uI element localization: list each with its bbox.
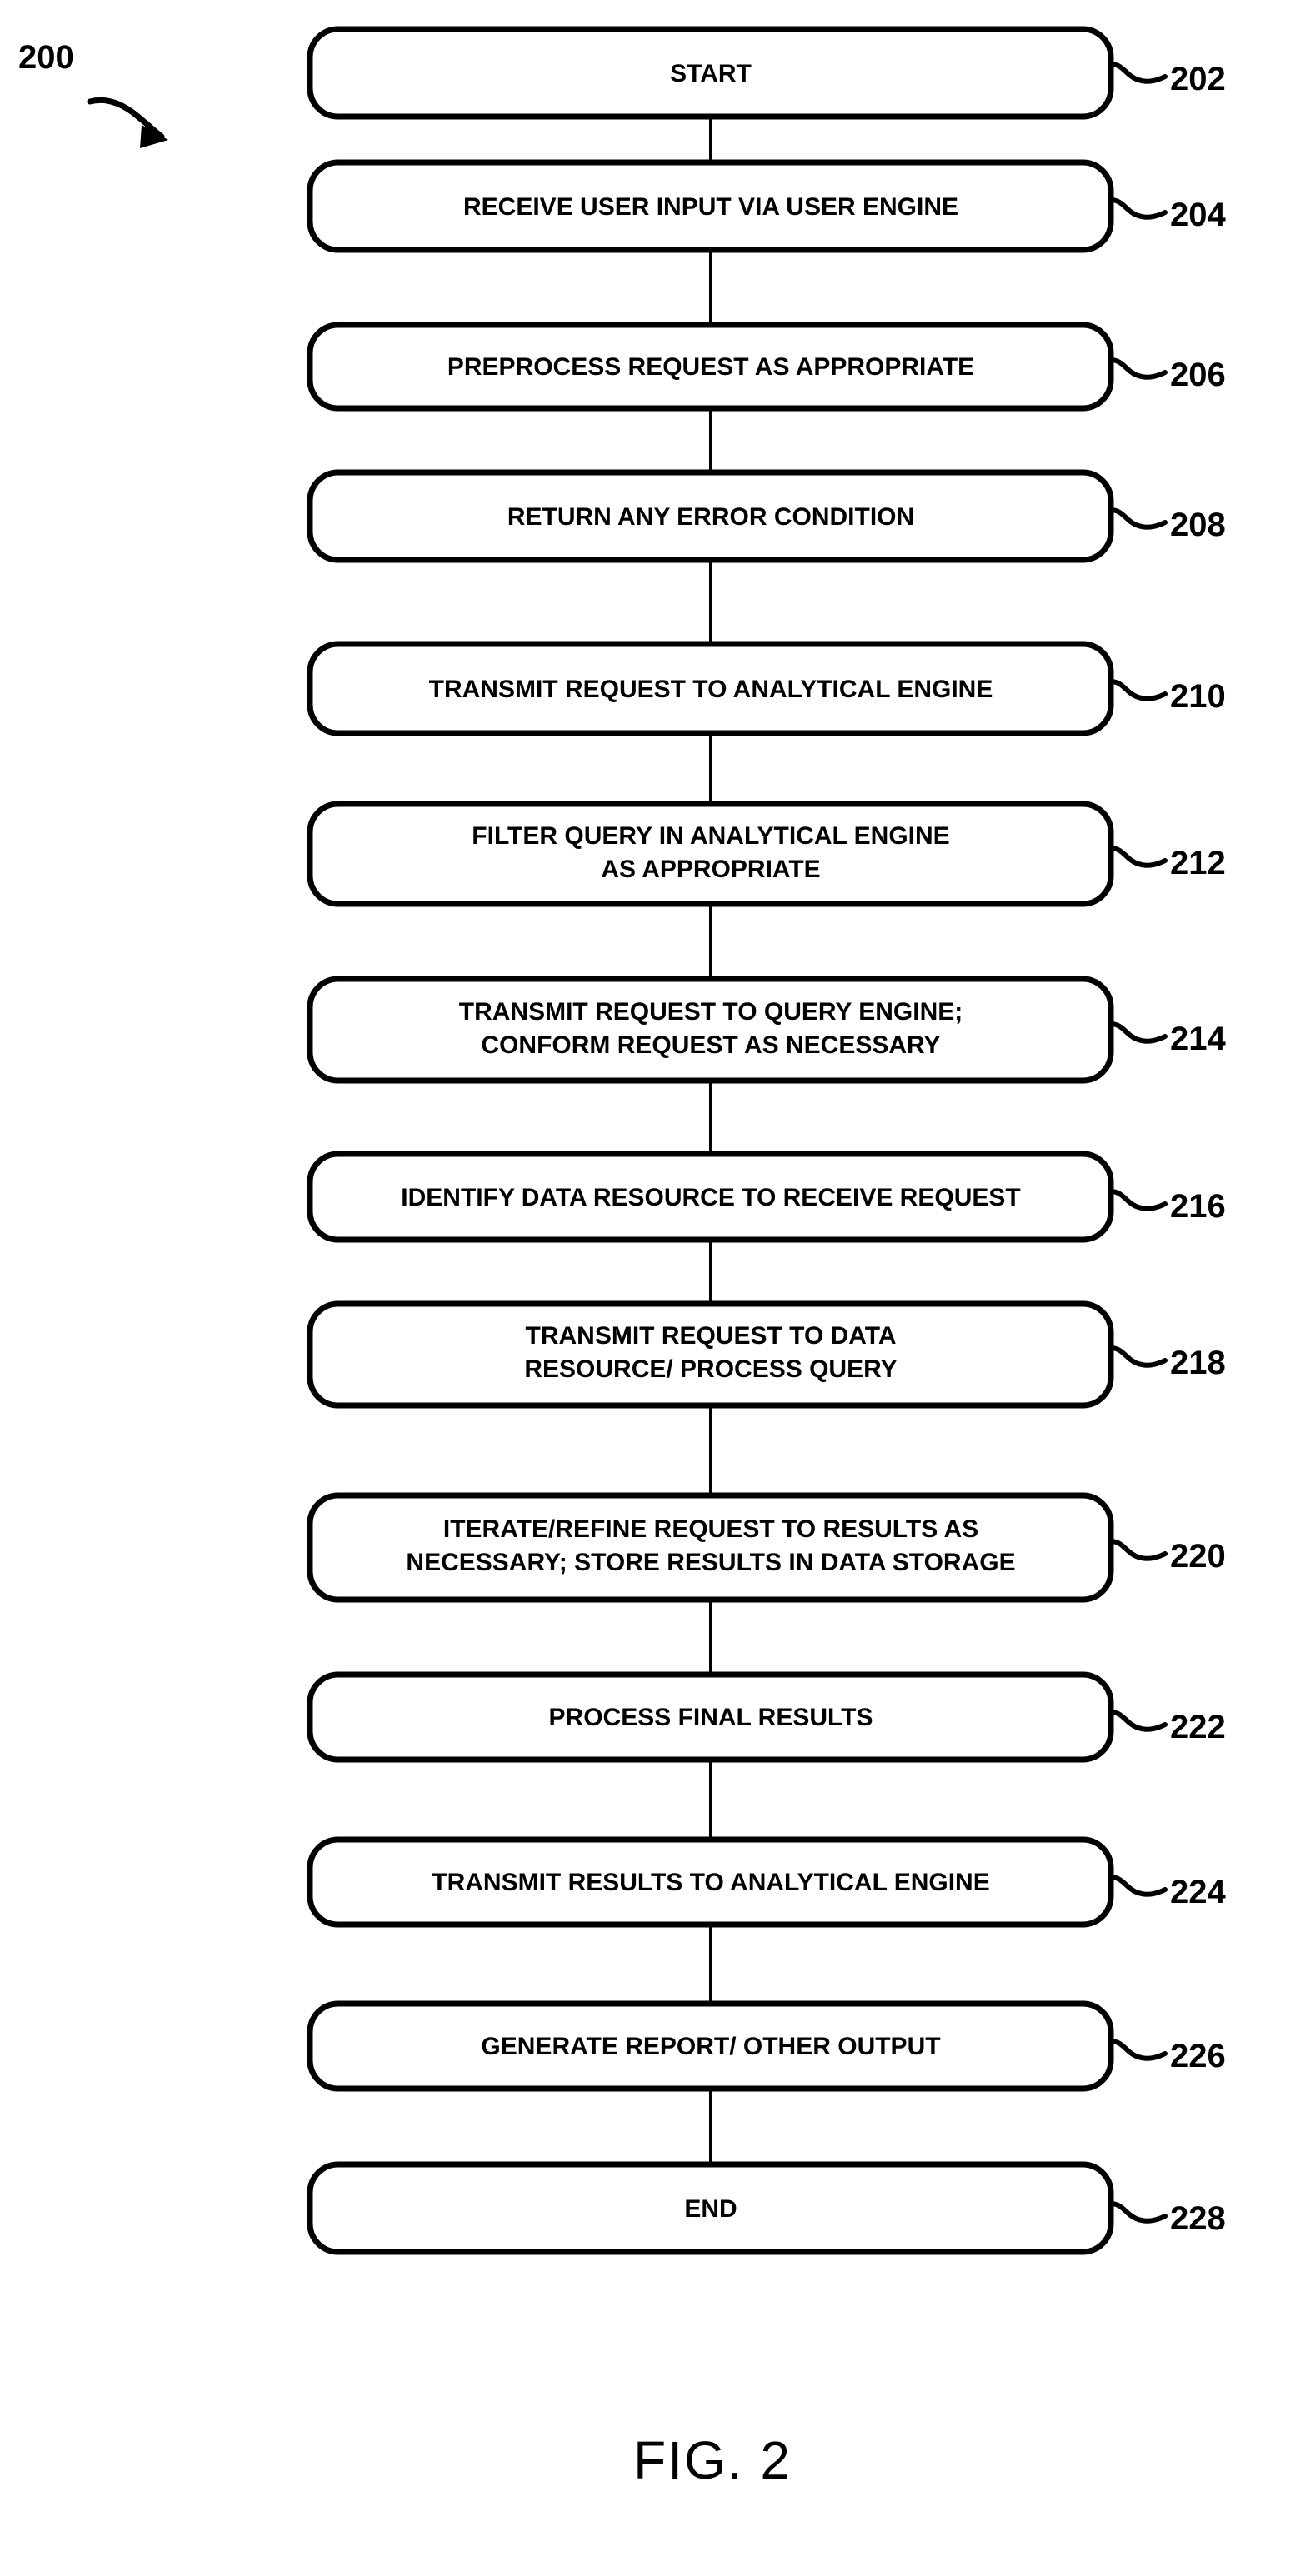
- leader-line-206: [1108, 357, 1168, 380]
- flow-node-220-label-line-1: ITERATE/REFINE REQUEST TO RESULTS AS: [443, 1515, 978, 1543]
- ref-numeral-206: 206: [1170, 357, 1226, 393]
- ref-numeral-214: 214: [1170, 1021, 1226, 1057]
- flow-node-220-shape[interactable]: [307, 1492, 1114, 1603]
- flow-node-222-label-line-1: PROCESS FINAL RESULTS: [549, 1704, 873, 1731]
- flow-node-224-label-line-1: TRANSMIT RESULTS TO ANALYTICAL ENGINE: [432, 1869, 989, 1896]
- flow-node-208[interactable]: RETURN ANY ERROR CONDITION 208: [307, 469, 1226, 563]
- flow-node-206[interactable]: PREPROCESS REQUEST AS APPROPRIATE 206: [307, 322, 1226, 412]
- flow-node-220-label-line-2: NECESSARY; STORE RESULTS IN DATA STORAGE: [406, 1549, 1015, 1576]
- flow-node-220[interactable]: ITERATE/REFINE REQUEST TO RESULTS AS NEC…: [307, 1492, 1226, 1603]
- patent-figure: 200 START 202 RECEIVE USER INPUT VIA USE…: [0, 0, 1305, 2576]
- ref-numeral-212: 212: [1170, 845, 1226, 881]
- flow-node-228[interactable]: END 228: [307, 2161, 1226, 2255]
- flow-node-226-label-line-1: GENERATE REPORT/ OTHER OUTPUT: [481, 2033, 940, 2060]
- flow-node-224[interactable]: TRANSMIT RESULTS TO ANALYTICAL ENGINE 22…: [307, 1836, 1226, 1928]
- flow-node-210-label-line-1: TRANSMIT REQUEST TO ANALYTICAL ENGINE: [429, 676, 993, 703]
- ref-numeral-218: 218: [1170, 1345, 1226, 1381]
- leader-line-208: [1108, 507, 1168, 530]
- leader-line-224: [1108, 1875, 1168, 1897]
- leader-line-228: [1108, 2201, 1168, 2224]
- flow-node-212[interactable]: FILTER QUERY IN ANALYTICAL ENGINE AS APP…: [307, 801, 1226, 907]
- flow-node-206-label-line-1: PREPROCESS REQUEST AS APPROPRIATE: [448, 353, 974, 381]
- flow-node-204-label-line-1: RECEIVE USER INPUT VIA USER ENGINE: [463, 193, 958, 221]
- flow-node-214-shape[interactable]: [307, 976, 1114, 1084]
- ref-numeral-228: 228: [1170, 2200, 1226, 2237]
- leader-line-212: [1108, 846, 1168, 868]
- ref-numeral-208: 208: [1170, 507, 1226, 543]
- leader-line-202: [1108, 62, 1168, 84]
- leader-line-226: [1108, 2039, 1168, 2061]
- leader-line-216: [1108, 1189, 1168, 1211]
- ref-numeral-220: 220: [1170, 1538, 1226, 1575]
- flowchart-canvas: 200 START 202 RECEIVE USER INPUT VIA USE…: [18, 26, 1226, 2490]
- ref-numeral-216: 216: [1170, 1188, 1226, 1225]
- flow-node-212-label-line-1: FILTER QUERY IN ANALYTICAL ENGINE: [472, 822, 949, 850]
- flow-node-212-label-line-2: AS APPROPRIATE: [601, 856, 820, 883]
- ref-numeral-204: 204: [1170, 197, 1226, 233]
- flow-node-218-label-line-1: TRANSMIT REQUEST TO DATA: [526, 1322, 897, 1350]
- flow-node-214[interactable]: TRANSMIT REQUEST TO QUERY ENGINE; CONFOR…: [307, 976, 1226, 1084]
- flow-node-226[interactable]: GENERATE REPORT/ OTHER OUTPUT 226: [307, 2000, 1226, 2092]
- ref-numeral-202: 202: [1170, 61, 1226, 97]
- leader-line-220: [1108, 1539, 1168, 1561]
- flow-node-212-shape[interactable]: [307, 801, 1114, 907]
- flow-node-202-label-line-1: START: [670, 60, 752, 87]
- leader-line-210: [1108, 679, 1168, 701]
- leader-line-214: [1108, 1021, 1168, 1044]
- ref-numeral-210: 210: [1170, 678, 1226, 715]
- flow-node-218-label-line-2: RESOURCE/ PROCESS QUERY: [524, 1355, 897, 1383]
- ref-numeral-226: 226: [1170, 2038, 1226, 2074]
- flow-node-202[interactable]: START 202: [307, 26, 1226, 120]
- flow-node-214-label-line-2: CONFORM REQUEST AS NECESSARY: [481, 1031, 940, 1059]
- leader-line-204: [1108, 197, 1168, 220]
- flow-node-216[interactable]: IDENTIFY DATA RESOURCE TO RECEIVE REQUES…: [307, 1151, 1226, 1243]
- ref-numeral-222: 222: [1170, 1709, 1226, 1745]
- flow-node-216-label-line-1: IDENTIFY DATA RESOURCE TO RECEIVE REQUES…: [401, 1184, 1020, 1211]
- flow-node-222[interactable]: PROCESS FINAL RESULTS 222: [307, 1671, 1226, 1763]
- flow-node-228-label-line-1: END: [684, 2195, 737, 2223]
- flow-node-208-label-line-1: RETURN ANY ERROR CONDITION: [508, 503, 914, 531]
- flow-node-204[interactable]: RECEIVE USER INPUT VIA USER ENGINE 204: [307, 159, 1226, 253]
- diagram-numeral-200: 200: [18, 39, 74, 76]
- ref-numeral-224: 224: [1170, 1874, 1226, 1910]
- flow-node-214-label-line-1: TRANSMIT REQUEST TO QUERY ENGINE;: [459, 998, 963, 1026]
- leader-line-222: [1108, 1710, 1168, 1732]
- flow-node-210[interactable]: TRANSMIT REQUEST TO ANALYTICAL ENGINE 21…: [307, 641, 1226, 736]
- figure-caption: FIG. 2: [633, 2430, 792, 2490]
- flow-node-218-shape[interactable]: [307, 1300, 1114, 1409]
- leader-line-218: [1108, 1345, 1168, 1368]
- diagram-numeral-group: 200: [18, 39, 168, 148]
- flow-node-218[interactable]: TRANSMIT REQUEST TO DATA RESOURCE/ PROCE…: [307, 1300, 1226, 1409]
